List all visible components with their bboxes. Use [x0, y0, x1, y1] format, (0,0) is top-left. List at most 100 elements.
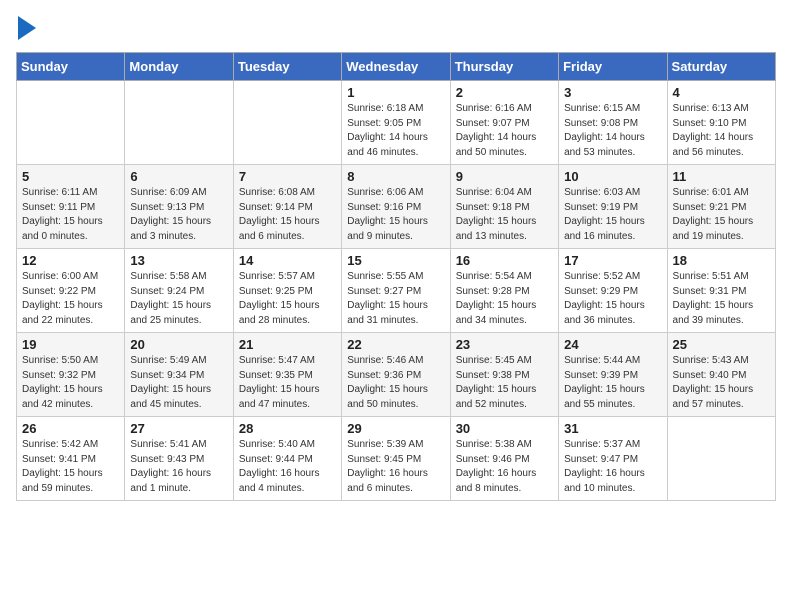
day-cell: 30 Sunrise: 5:38 AM Sunset: 9:46 PM Dayli… [450, 417, 558, 501]
day-info: Sunrise: 5:43 AM Sunset: 9:40 PM Dayligh… [673, 354, 770, 412]
day-info: Sunrise: 5:51 AM Sunset: 9:31 PM Dayligh… [673, 270, 770, 328]
day-info: Sunrise: 5:39 AM Sunset: 9:45 PM Dayligh… [347, 438, 444, 496]
day-number: 1 [347, 85, 444, 100]
day-cell: 5 Sunrise: 6:11 AM Sunset: 9:11 PM Daylig… [17, 165, 125, 249]
day-cell: 13 Sunrise: 5:58 AM Sunset: 9:24 PM Dayli… [125, 249, 233, 333]
header [16, 16, 776, 40]
days-header-row: SundayMondayTuesdayWednesdayThursdayFrid… [17, 53, 776, 81]
day-info: Sunrise: 5:52 AM Sunset: 9:29 PM Dayligh… [564, 270, 661, 328]
day-cell: 24 Sunrise: 5:44 AM Sunset: 9:39 PM Dayli… [559, 333, 667, 417]
calendar-table: SundayMondayTuesdayWednesdayThursdayFrid… [16, 52, 776, 501]
day-cell: 23 Sunrise: 5:45 AM Sunset: 9:38 PM Dayli… [450, 333, 558, 417]
day-number: 19 [22, 337, 119, 352]
day-cell [667, 417, 775, 501]
day-info: Sunrise: 6:16 AM Sunset: 9:07 PM Dayligh… [456, 102, 553, 160]
day-cell [233, 81, 341, 165]
day-number: 8 [347, 169, 444, 184]
day-info: Sunrise: 5:54 AM Sunset: 9:28 PM Dayligh… [456, 270, 553, 328]
day-cell: 28Sunrise: 5:40 AM Sunset: 9:44 PM Dayli… [233, 417, 341, 501]
day-cell: 10 Sunrise: 6:03 AM Sunset: 9:19 PM Dayli… [559, 165, 667, 249]
logo [16, 16, 36, 40]
day-cell: 14Sunrise: 5:57 AM Sunset: 9:25 PM Dayli… [233, 249, 341, 333]
day-cell: 12 Sunrise: 6:00 AM Sunset: 9:22 PM Dayli… [17, 249, 125, 333]
day-info: Sunrise: 5:45 AM Sunset: 9:38 PM Dayligh… [456, 354, 553, 412]
day-info: Sunrise: 6:00 AM Sunset: 9:22 PM Dayligh… [22, 270, 119, 328]
day-cell: 11 Sunrise: 6:01 AM Sunset: 9:21 PM Dayli… [667, 165, 775, 249]
day-info: Sunrise: 6:15 AM Sunset: 9:08 PM Dayligh… [564, 102, 661, 160]
day-info: Sunrise: 5:44 AM Sunset: 9:39 PM Dayligh… [564, 354, 661, 412]
day-number: 25 [673, 337, 770, 352]
day-number: 20 [130, 337, 227, 352]
day-cell: 26Sunrise: 5:42 AM Sunset: 9:41 PM Dayli… [17, 417, 125, 501]
day-cell: 7 Sunrise: 6:08 AM Sunset: 9:14 PM Daylig… [233, 165, 341, 249]
day-header-sunday: Sunday [17, 53, 125, 81]
day-number: 5 [22, 169, 119, 184]
day-info: Sunrise: 5:46 AM Sunset: 9:36 PM Dayligh… [347, 354, 444, 412]
day-cell [125, 81, 233, 165]
day-number: 16 [456, 253, 553, 268]
day-info: Sunrise: 5:37 AM Sunset: 9:47 PM Dayligh… [564, 438, 661, 496]
day-number: 27 [130, 421, 227, 436]
day-cell: 17Sunrise: 5:52 AM Sunset: 9:29 PM Dayli… [559, 249, 667, 333]
day-info: Sunrise: 6:03 AM Sunset: 9:19 PM Dayligh… [564, 186, 661, 244]
logo-arrow-icon [18, 16, 36, 40]
day-info: Sunrise: 5:47 AM Sunset: 9:35 PM Dayligh… [239, 354, 336, 412]
day-number: 12 [22, 253, 119, 268]
day-number: 22 [347, 337, 444, 352]
day-header-tuesday: Tuesday [233, 53, 341, 81]
day-cell: 16 Sunrise: 5:54 AM Sunset: 9:28 PM Dayli… [450, 249, 558, 333]
day-number: 9 [456, 169, 553, 184]
day-info: Sunrise: 5:38 AM Sunset: 9:46 PM Dayligh… [456, 438, 553, 496]
day-number: 28 [239, 421, 336, 436]
day-number: 2 [456, 85, 553, 100]
day-cell: 25 Sunrise: 5:43 AM Sunset: 9:40 PM Dayli… [667, 333, 775, 417]
day-number: 13 [130, 253, 227, 268]
day-number: 7 [239, 169, 336, 184]
day-info: Sunrise: 6:11 AM Sunset: 9:11 PM Dayligh… [22, 186, 119, 244]
day-cell: 3 Sunrise: 6:15 AM Sunset: 9:08 PM Daylig… [559, 81, 667, 165]
day-cell: 20 Sunrise: 5:49 AM Sunset: 9:34 PM Dayli… [125, 333, 233, 417]
day-header-thursday: Thursday [450, 53, 558, 81]
day-number: 3 [564, 85, 661, 100]
day-number: 31 [564, 421, 661, 436]
day-info: Sunrise: 5:50 AM Sunset: 9:32 PM Dayligh… [22, 354, 119, 412]
day-number: 29 [347, 421, 444, 436]
day-info: Sunrise: 6:01 AM Sunset: 9:21 PM Dayligh… [673, 186, 770, 244]
week-row-1: 1 Sunrise: 6:18 AM Sunset: 9:05 PM Daylig… [17, 81, 776, 165]
day-info: Sunrise: 6:09 AM Sunset: 9:13 PM Dayligh… [130, 186, 227, 244]
week-row-3: 12 Sunrise: 6:00 AM Sunset: 9:22 PM Dayli… [17, 249, 776, 333]
day-number: 18 [673, 253, 770, 268]
day-cell: 18 Sunrise: 5:51 AM Sunset: 9:31 PM Dayli… [667, 249, 775, 333]
day-cell: 6 Sunrise: 6:09 AM Sunset: 9:13 PM Daylig… [125, 165, 233, 249]
day-number: 14 [239, 253, 336, 268]
day-cell: 19 Sunrise: 5:50 AM Sunset: 9:32 PM Dayli… [17, 333, 125, 417]
day-header-friday: Friday [559, 53, 667, 81]
day-info: Sunrise: 5:55 AM Sunset: 9:27 PM Dayligh… [347, 270, 444, 328]
day-info: Sunrise: 6:18 AM Sunset: 9:05 PM Dayligh… [347, 102, 444, 160]
day-cell: 8 Sunrise: 6:06 AM Sunset: 9:16 PM Daylig… [342, 165, 450, 249]
day-info: Sunrise: 5:58 AM Sunset: 9:24 PM Dayligh… [130, 270, 227, 328]
day-header-monday: Monday [125, 53, 233, 81]
day-info: Sunrise: 5:49 AM Sunset: 9:34 PM Dayligh… [130, 354, 227, 412]
week-row-2: 5 Sunrise: 6:11 AM Sunset: 9:11 PM Daylig… [17, 165, 776, 249]
day-header-wednesday: Wednesday [342, 53, 450, 81]
day-number: 6 [130, 169, 227, 184]
day-info: Sunrise: 6:04 AM Sunset: 9:18 PM Dayligh… [456, 186, 553, 244]
day-number: 10 [564, 169, 661, 184]
day-info: Sunrise: 5:42 AM Sunset: 9:41 PM Dayligh… [22, 438, 119, 496]
day-number: 21 [239, 337, 336, 352]
day-number: 30 [456, 421, 553, 436]
day-header-saturday: Saturday [667, 53, 775, 81]
day-cell: 31 Sunrise: 5:37 AM Sunset: 9:47 PM Dayli… [559, 417, 667, 501]
day-number: 23 [456, 337, 553, 352]
day-number: 11 [673, 169, 770, 184]
day-cell [17, 81, 125, 165]
day-cell: 29 Sunrise: 5:39 AM Sunset: 9:45 PM Dayli… [342, 417, 450, 501]
day-info: Sunrise: 6:06 AM Sunset: 9:16 PM Dayligh… [347, 186, 444, 244]
day-cell: 22 Sunrise: 5:46 AM Sunset: 9:36 PM Dayli… [342, 333, 450, 417]
day-cell: 2 Sunrise: 6:16 AM Sunset: 9:07 PM Daylig… [450, 81, 558, 165]
day-cell: 15Sunrise: 5:55 AM Sunset: 9:27 PM Dayli… [342, 249, 450, 333]
day-cell: 21 Sunrise: 5:47 AM Sunset: 9:35 PM Dayli… [233, 333, 341, 417]
day-info: Sunrise: 6:08 AM Sunset: 9:14 PM Dayligh… [239, 186, 336, 244]
day-number: 24 [564, 337, 661, 352]
